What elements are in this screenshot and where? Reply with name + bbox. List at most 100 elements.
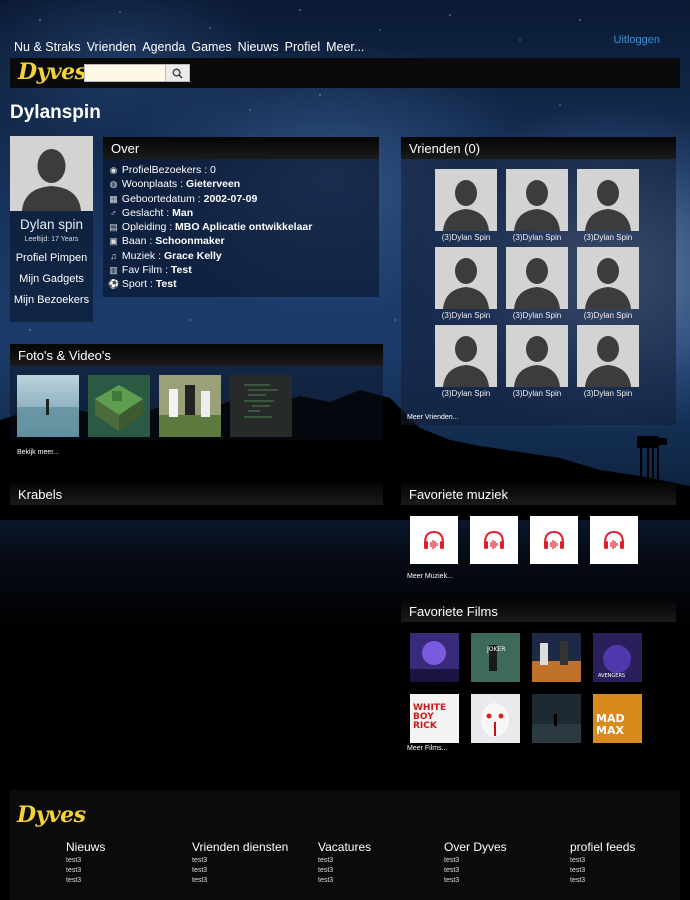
nav-item-profiel[interactable]: Profiel xyxy=(285,40,320,54)
footer-column: Vacatures test3 test3 test3 xyxy=(318,840,444,886)
music-item[interactable] xyxy=(530,516,578,564)
footer-link[interactable]: test3 xyxy=(192,876,318,886)
profiel-pimpen-link[interactable]: Profiel Pimpen xyxy=(10,252,93,264)
footer-link[interactable]: test3 xyxy=(444,866,570,876)
meer-vrienden-link[interactable]: Meer Vrienden... xyxy=(407,414,459,421)
fotos-title: Foto's & Video's xyxy=(10,344,383,366)
mijn-gadgets-link[interactable]: Mijn Gadgets xyxy=(10,273,93,285)
friend-avatar[interactable] xyxy=(506,247,568,309)
footer-link[interactable]: test3 xyxy=(318,856,444,866)
over-label: Geslacht : xyxy=(121,206,173,219)
music-icon: ♫ xyxy=(110,250,117,261)
footer-link[interactable]: test3 xyxy=(444,856,570,866)
default-avatar-icon xyxy=(577,247,639,309)
film-poster[interactable] xyxy=(532,633,581,682)
music-item[interactable] xyxy=(470,516,518,564)
search-input[interactable] xyxy=(84,64,166,82)
over-value: MBO Aplicatie ontwikkelaar xyxy=(175,221,313,234)
svg-text:MAX: MAX xyxy=(596,724,624,737)
default-avatar-icon xyxy=(435,325,497,387)
friend-avatar[interactable] xyxy=(506,169,568,231)
friend-name[interactable]: (3)Dylan Spin xyxy=(506,311,568,320)
footer-link[interactable]: test3 xyxy=(570,866,690,876)
film-poster[interactable] xyxy=(471,694,520,743)
krabels-panel: Krabels xyxy=(10,483,383,505)
friend-name[interactable]: (3)Dylan Spin xyxy=(435,389,497,398)
music-item[interactable] xyxy=(410,516,458,564)
film-poster[interactable]: JOKER xyxy=(471,633,520,682)
search-button[interactable] xyxy=(166,64,190,82)
friend-card[interactable]: (3)Dylan Spin xyxy=(506,247,568,320)
footer-link[interactable]: test3 xyxy=(66,866,192,876)
photo-thumbnail[interactable] xyxy=(17,375,79,437)
films-panel: Favoriete Films JOKER AVENGERS WHITE BOY R… xyxy=(401,600,676,752)
friend-name[interactable]: (3)Dylan Spin xyxy=(577,233,639,242)
footer-link[interactable]: test3 xyxy=(66,876,192,886)
friend-grid: (3)Dylan Spin (3)Dylan Spin (3)Dylan Spin (… xyxy=(435,169,645,398)
footer-link[interactable]: test3 xyxy=(192,866,318,876)
footer-link[interactable]: test3 xyxy=(192,856,318,866)
friend-name[interactable]: (3)Dylan Spin xyxy=(577,389,639,398)
footer-logo[interactable]: Dyves xyxy=(17,802,86,828)
friend-name[interactable]: (3)Dylan Spin xyxy=(435,311,497,320)
profile-card: Dylan spin Leeftijd: 17 Years Profiel Pi… xyxy=(10,136,93,322)
footer-link[interactable]: test3 xyxy=(570,876,690,886)
mijn-bezoekers-link[interactable]: Mijn Bezoekers xyxy=(10,294,93,306)
nav-item-agenda[interactable]: Agenda xyxy=(142,40,185,54)
film-poster[interactable]: MADMAX xyxy=(593,694,642,743)
search-box xyxy=(84,64,190,82)
logout-link[interactable]: Uitloggen xyxy=(614,34,660,46)
film-poster[interactable]: AVENGERS xyxy=(593,633,642,682)
footer-link[interactable]: test3 xyxy=(570,856,690,866)
photo-thumbnail[interactable] xyxy=(230,375,292,437)
meer-muziek-link[interactable]: Meer Muziek... xyxy=(407,573,453,580)
over-label: Muziek : xyxy=(121,249,164,262)
photo-thumbnail[interactable] xyxy=(159,375,221,437)
footer-column: Over Dyves test3 test3 test3 xyxy=(444,840,570,886)
footer-link[interactable]: test3 xyxy=(66,856,192,866)
friend-card[interactable]: (3)Dylan Spin xyxy=(577,169,639,242)
vrienden-title: Vrienden (0) xyxy=(401,137,676,159)
friend-card[interactable]: (3)Dylan Spin xyxy=(435,247,497,320)
nav-item-nieuws[interactable]: Nieuws xyxy=(238,40,279,54)
film-poster[interactable] xyxy=(410,633,459,682)
friend-avatar[interactable] xyxy=(435,325,497,387)
nav-item-nu-straks[interactable]: Nu & Straks xyxy=(14,40,81,54)
photo-thumbnail[interactable] xyxy=(88,375,150,437)
friend-avatar[interactable] xyxy=(506,325,568,387)
meer-films-link[interactable]: Meer Films... xyxy=(407,745,447,752)
friend-name[interactable]: (3)Dylan Spin xyxy=(506,233,568,242)
friend-avatar[interactable] xyxy=(577,247,639,309)
svg-text:JOKER: JOKER xyxy=(486,646,505,653)
bekijk-meer-link[interactable]: Bekijk meer... xyxy=(17,449,59,456)
friend-avatar[interactable] xyxy=(435,247,497,309)
footer-link[interactable]: test3 xyxy=(318,866,444,876)
friend-card[interactable]: (3)Dylan Spin xyxy=(435,325,497,398)
friend-avatar[interactable] xyxy=(577,169,639,231)
nav-item-vrienden[interactable]: Vrienden xyxy=(87,40,137,54)
over-value: Test xyxy=(155,278,177,291)
friend-avatar[interactable] xyxy=(435,169,497,231)
friend-card[interactable]: (3)Dylan Spin xyxy=(506,325,568,398)
nav-item-meer[interactable]: Meer... xyxy=(326,40,364,54)
nav-item-games[interactable]: Games xyxy=(191,40,231,54)
music-item[interactable] xyxy=(590,516,638,564)
over-value: 2002-07-09 xyxy=(203,192,258,205)
friend-name[interactable]: (3)Dylan Spin xyxy=(506,389,568,398)
dyves-logo[interactable]: Dyves xyxy=(18,59,87,85)
over-label: Baan : xyxy=(121,235,156,248)
friend-card[interactable]: (3)Dylan Spin xyxy=(435,169,497,242)
friend-card[interactable]: (3)Dylan Spin xyxy=(506,169,568,242)
eye-icon: ◉ xyxy=(109,165,118,175)
friend-avatar[interactable] xyxy=(577,325,639,387)
footer-link[interactable]: test3 xyxy=(444,876,570,886)
friend-name[interactable]: (3)Dylan Spin xyxy=(577,311,639,320)
film-poster[interactable]: WHITEBOYRICK xyxy=(410,694,459,743)
profile-avatar[interactable] xyxy=(10,136,93,211)
friend-name[interactable]: (3)Dylan Spin xyxy=(435,233,497,242)
over-row: ♂ Geslacht : Man xyxy=(108,206,374,220)
footer-link[interactable]: test3 xyxy=(318,876,444,886)
friend-card[interactable]: (3)Dylan Spin xyxy=(577,247,639,320)
film-poster[interactable] xyxy=(532,694,581,743)
friend-card[interactable]: (3)Dylan Spin xyxy=(577,325,639,398)
